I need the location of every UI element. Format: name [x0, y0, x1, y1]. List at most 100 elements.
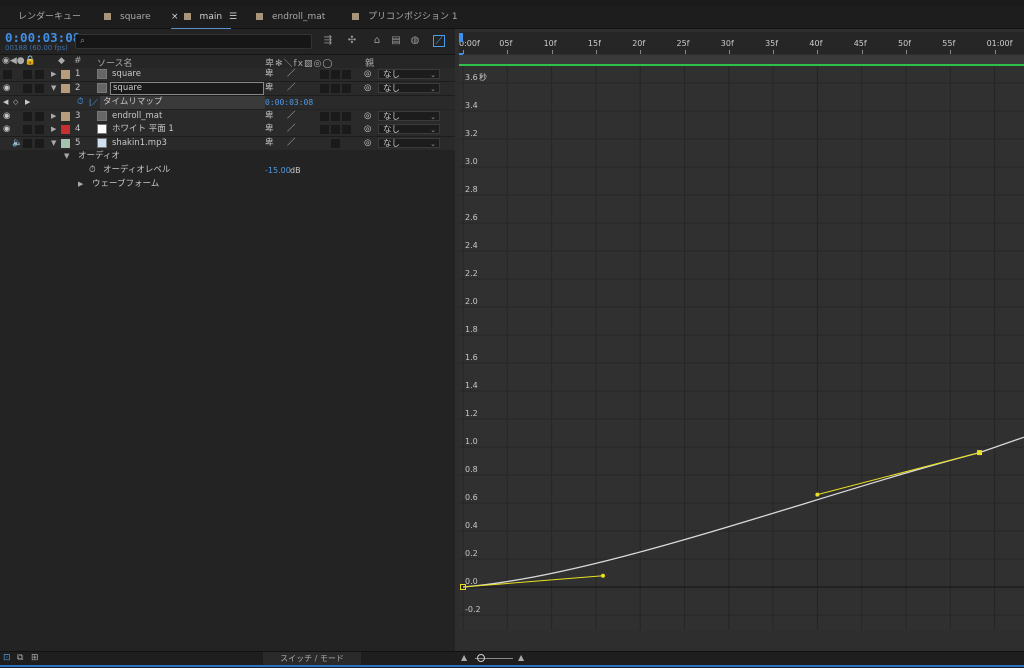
- switch-box[interactable]: [331, 112, 340, 121]
- eye-icon[interactable]: ◉: [3, 110, 10, 123]
- shy-switch-icon[interactable]: 卑: [265, 82, 274, 95]
- switch-box[interactable]: [331, 125, 340, 134]
- shy-switch-icon[interactable]: 卑: [265, 123, 274, 136]
- shy-layers-icon[interactable]: ⌂: [371, 35, 383, 46]
- switch-box[interactable]: [331, 139, 340, 148]
- switch-box[interactable]: [331, 70, 340, 79]
- solo-toggle[interactable]: [23, 84, 32, 93]
- prev-keyframe-icon[interactable]: ◀: [3, 96, 8, 109]
- draft-3d-icon[interactable]: ✣: [346, 35, 358, 46]
- time-remap-value[interactable]: 0:00:03:08: [265, 96, 313, 109]
- lock-toggle[interactable]: [35, 112, 44, 121]
- switch-box[interactable]: [342, 84, 351, 93]
- menu-icon[interactable]: ☰: [229, 12, 237, 22]
- graph-editor-icon[interactable]: ⟋: [433, 35, 445, 47]
- pickwhip-icon[interactable]: ◎: [364, 123, 371, 136]
- time-navigator-start-handle[interactable]: [459, 33, 463, 42]
- quality-switch-icon[interactable]: ／: [287, 68, 296, 81]
- quality-switch-icon[interactable]: ／: [287, 137, 296, 150]
- lock-toggle[interactable]: [35, 125, 44, 134]
- parent-dropdown[interactable]: なし ⌄: [378, 69, 440, 80]
- layer-name[interactable]: endroll_mat: [112, 110, 162, 123]
- layer-search-input[interactable]: ⌕: [75, 34, 312, 49]
- lock-toggle[interactable]: [35, 84, 44, 93]
- collapse-arrow-icon[interactable]: ▼: [64, 150, 69, 163]
- parent-dropdown[interactable]: なし ⌄: [378, 111, 440, 122]
- motion-blur-icon[interactable]: ◍: [409, 35, 421, 46]
- tab-endroll-mat[interactable]: endroll_mat: [256, 6, 325, 28]
- solo-toggle[interactable]: [23, 139, 32, 148]
- parent-dropdown[interactable]: なし ⌄: [378, 83, 440, 94]
- layer-row[interactable]: ▶ 1 square 卑 ／ ◎ なし ⌄: [0, 68, 455, 82]
- zoom-slider-thumb[interactable]: [477, 654, 485, 662]
- tab-main[interactable]: × main ☰: [171, 6, 237, 30]
- eye-icon[interactable]: ◉: [3, 82, 10, 95]
- zoom-in-icon[interactable]: ▲: [518, 653, 524, 662]
- collapse-arrow-icon[interactable]: ▼: [51, 137, 56, 150]
- expand-arrow-icon[interactable]: ▶: [51, 68, 56, 81]
- expand-arrow-icon[interactable]: ▶: [51, 110, 56, 123]
- solo-toggle[interactable]: [23, 112, 32, 121]
- switch-box[interactable]: [342, 112, 351, 121]
- switch-box[interactable]: [320, 112, 329, 121]
- copy-icon[interactable]: ⧉: [17, 653, 23, 663]
- graph-canvas[interactable]: 3.6 3.4 3.2 3.0 2.8 2.6 2.4 2.2 2.0 1.8 1.6 1.4 1.2 1…: [459, 66, 1024, 630]
- pickwhip-icon[interactable]: ◎: [364, 68, 371, 81]
- tab-render-queue[interactable]: レンダーキュー: [18, 6, 81, 28]
- shy-switch-icon[interactable]: 卑: [265, 68, 274, 81]
- stopwatch-icon[interactable]: ⏱: [77, 96, 84, 109]
- video-toggle[interactable]: [3, 70, 12, 79]
- switch-box[interactable]: [342, 125, 351, 134]
- lock-toggle[interactable]: [35, 139, 44, 148]
- layer-name[interactable]: ホワイト 平面 1: [112, 123, 174, 136]
- pickwhip-icon[interactable]: ◎: [364, 82, 371, 95]
- pickwhip-icon[interactable]: ◎: [364, 110, 371, 123]
- switch-box[interactable]: [320, 70, 329, 79]
- switch-mode-toggle[interactable]: スイッチ / モード: [263, 652, 361, 665]
- expand-arrow-icon[interactable]: ▶: [78, 178, 83, 191]
- eye-icon[interactable]: ◉: [3, 123, 10, 136]
- quality-switch-icon[interactable]: ／: [287, 110, 296, 123]
- shy-switch-icon[interactable]: 卑: [265, 137, 274, 150]
- layer-row[interactable]: 🔈 ▼ 5 shakin1.mp3 卑 ／ ◎ なし ⌄: [0, 137, 455, 151]
- pickwhip-icon[interactable]: ◎: [364, 137, 371, 150]
- zoom-out-icon[interactable]: ▲: [461, 653, 467, 662]
- collapse-arrow-icon[interactable]: ▼: [51, 82, 56, 95]
- layer-row[interactable]: ◉ ▼ 2 square 卑 ／ ◎ なし ⌄: [0, 82, 455, 96]
- next-keyframe-icon[interactable]: ▶: [25, 96, 30, 109]
- switch-box[interactable]: [331, 84, 340, 93]
- time-ruler[interactable]: 0:00f 05f 10f 15f 20f 25f 30f 35f 40f 45f 50f 55f 01…: [459, 32, 1024, 54]
- audio-level-row[interactable]: ⏱ オーディオレベル -15.00 dB: [0, 164, 455, 177]
- speaker-icon[interactable]: 🔈: [12, 137, 23, 150]
- audio-group-row[interactable]: ▼ オーディオ: [0, 150, 455, 163]
- layer-row[interactable]: ◉ ▶ 3 endroll_mat 卑 ／ ◎ なし ⌄: [0, 110, 455, 124]
- layer-name[interactable]: square: [112, 68, 141, 81]
- layer-row[interactable]: ◉ ▶ 4 ホワイト 平面 1 卑 ／ ◎ なし ⌄: [0, 123, 455, 137]
- time-remap-property-row[interactable]: ◀ ◇ ▶ ⏱ ⌊⟋ タイムリマップ 0:00:03:08: [0, 96, 455, 109]
- tab-square[interactable]: square: [104, 6, 151, 28]
- solo-toggle[interactable]: [23, 125, 32, 134]
- value-graph[interactable]: 3.6 3.4 3.2 3.0 2.8 2.6 2.4 2.2 2.0 1.8 1.6 1.4 1.2 1…: [459, 66, 1024, 630]
- expand-arrow-icon[interactable]: ▶: [51, 123, 56, 136]
- lock-toggle[interactable]: [35, 70, 44, 79]
- graph-toggle-icon[interactable]: ⌊⟋: [89, 96, 98, 109]
- solo-toggle[interactable]: [23, 70, 32, 79]
- tab-precomp-1[interactable]: プリコンポジション 1: [352, 6, 458, 28]
- quality-switch-icon[interactable]: ／: [287, 82, 296, 95]
- switch-box[interactable]: [320, 125, 329, 134]
- parent-dropdown[interactable]: なし ⌄: [378, 124, 440, 135]
- stopwatch-icon[interactable]: ⏱: [89, 164, 96, 177]
- switch-box[interactable]: [320, 84, 329, 93]
- label-color-swatch[interactable]: [61, 84, 70, 93]
- add-keyframe-icon[interactable]: ◇: [13, 96, 18, 109]
- quality-switch-icon[interactable]: ／: [287, 123, 296, 136]
- frame-blending-icon[interactable]: ▤: [390, 35, 402, 46]
- layer-name-edit-field[interactable]: square: [110, 82, 264, 95]
- label-color-swatch[interactable]: [61, 125, 70, 134]
- layer-name[interactable]: shakin1.mp3: [112, 137, 167, 150]
- label-color-swatch[interactable]: [61, 70, 70, 79]
- parent-dropdown[interactable]: なし ⌄: [378, 138, 440, 149]
- label-color-swatch[interactable]: [61, 112, 70, 121]
- comp-flowchart-icon[interactable]: ⇶: [322, 35, 334, 46]
- current-time-display[interactable]: 0:00:03:08: [5, 30, 80, 45]
